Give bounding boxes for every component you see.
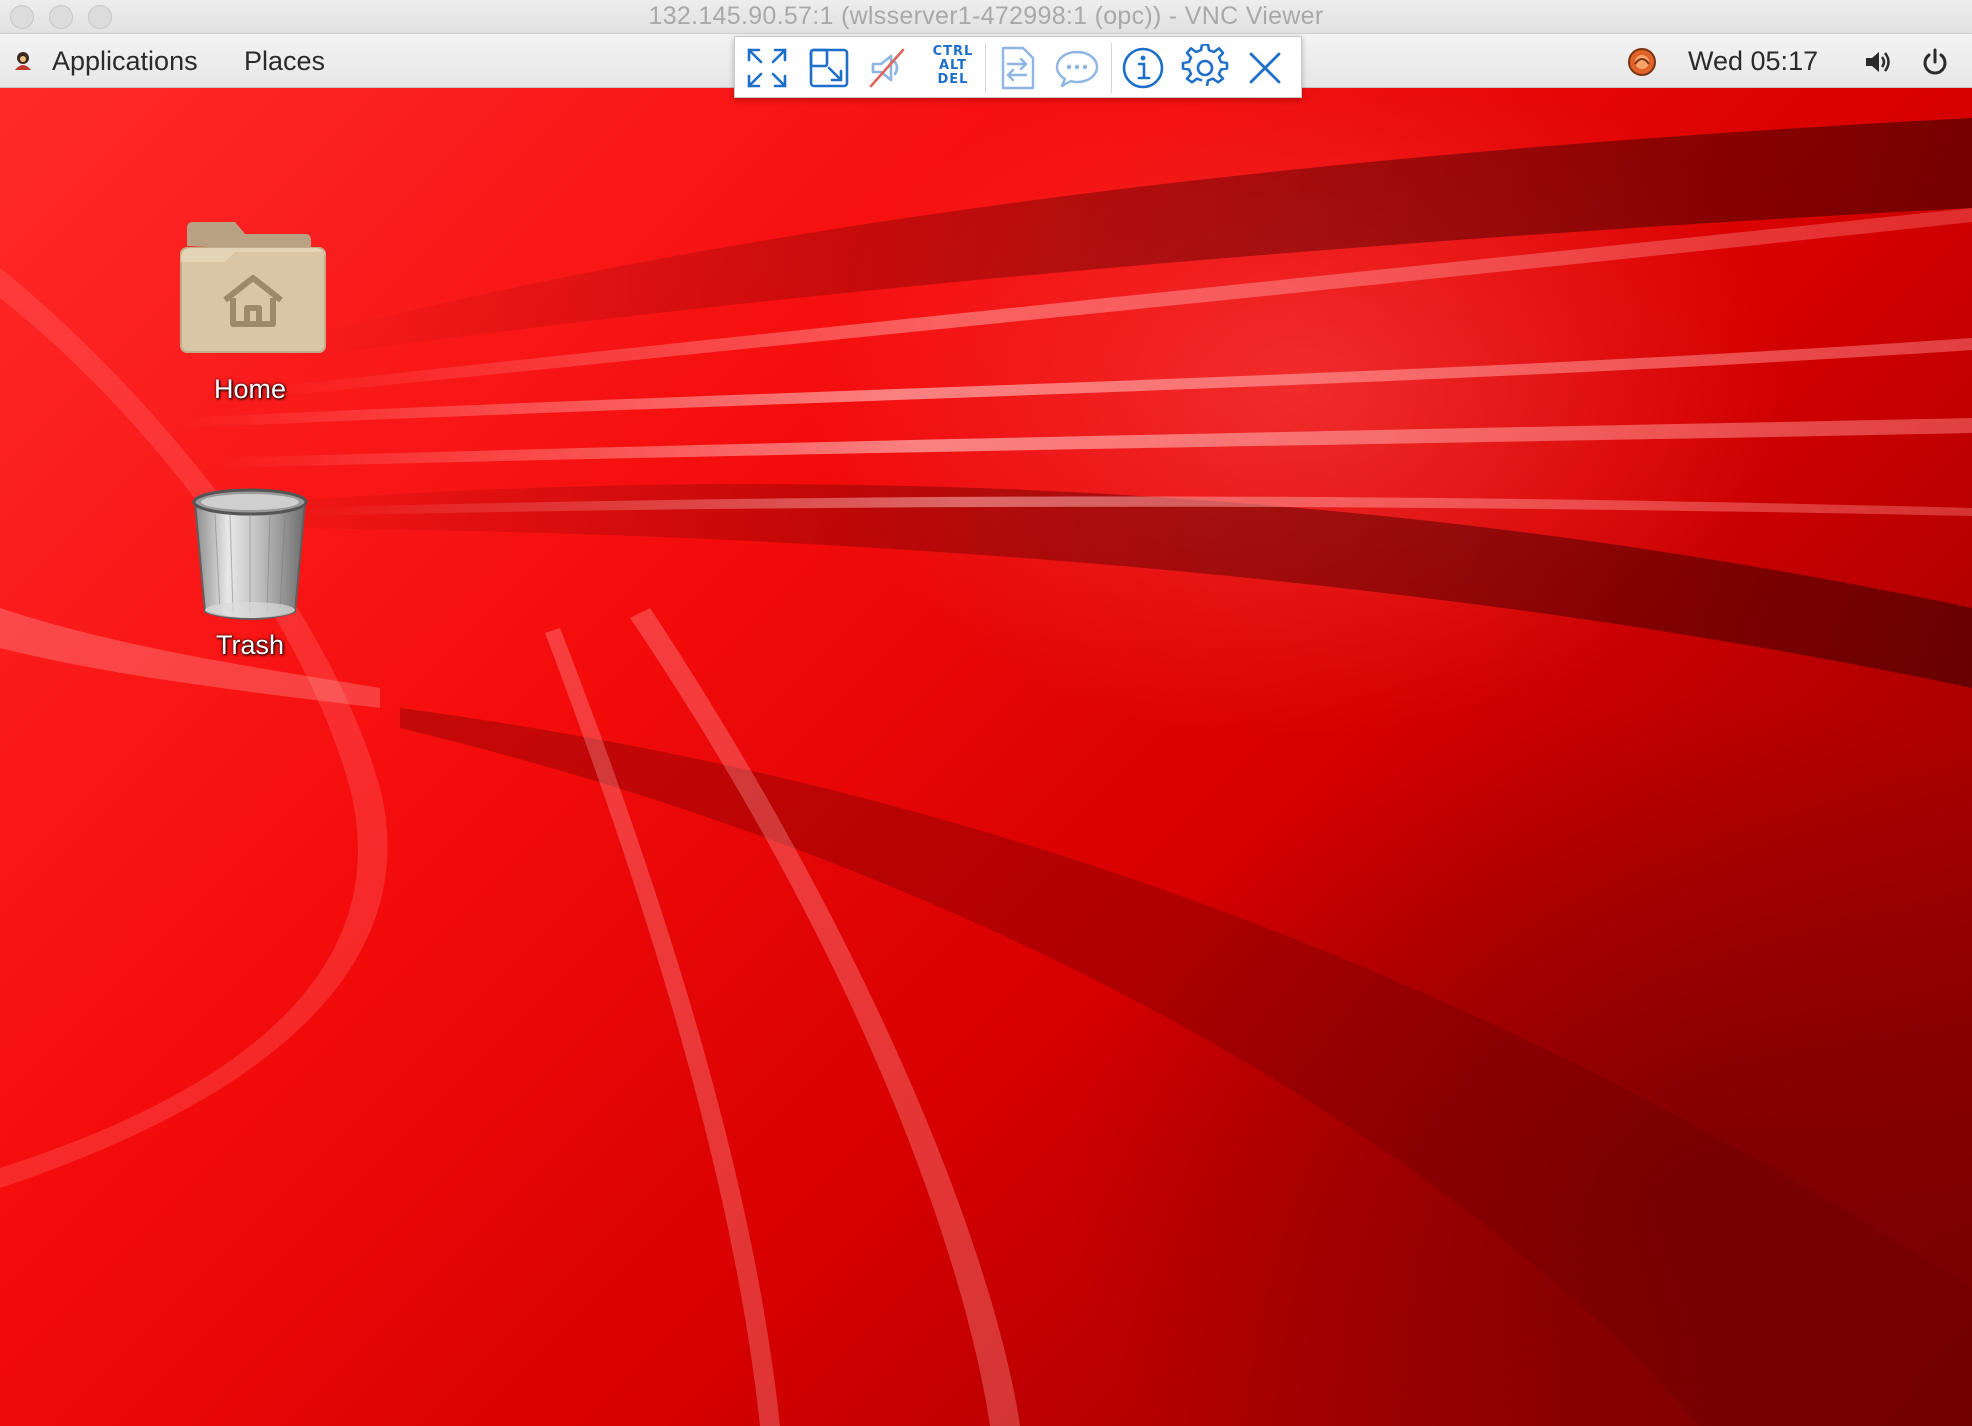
toolbar-separator (985, 43, 986, 93)
chat-icon[interactable] (1053, 44, 1101, 92)
info-icon[interactable] (1119, 44, 1167, 92)
settings-icon[interactable] (1181, 44, 1229, 92)
network-status-icon[interactable] (1626, 46, 1658, 78)
desktop-icon-label: Home (213, 374, 287, 404)
cad-line: DEL (937, 72, 969, 87)
desktop-icon-home[interactable]: Home (150, 208, 350, 405)
scale-to-fit-icon[interactable] (805, 44, 853, 92)
places-menu[interactable]: Places (244, 44, 325, 78)
close-icon[interactable] (1241, 44, 1289, 92)
cad-line: ALT (938, 58, 968, 73)
clock[interactable]: Wed 05:17 (1688, 44, 1818, 78)
volume-icon[interactable] (1862, 46, 1894, 78)
window-titlebar[interactable]: 132.145.90.57:1 (wlsserver1-472998:1 (op… (0, 0, 1972, 34)
remote-screen[interactable]: Home Trash Applications Places Wed 05:17… (0, 34, 1972, 1426)
window-title: 132.145.90.57:1 (wlsserver1-472998:1 (op… (648, 2, 1324, 30)
trash-icon (192, 488, 308, 620)
desktop-icon-trash[interactable]: Trash (150, 484, 350, 661)
fullscreen-icon[interactable] (743, 44, 791, 92)
file-transfer-icon[interactable] (993, 44, 1041, 92)
user-menu-icon[interactable] (12, 50, 34, 72)
vnc-toolbar: CTRL ALT DEL (734, 36, 1302, 98)
applications-menu[interactable]: Applications (52, 44, 198, 78)
desktop[interactable]: Home Trash (0, 88, 1972, 1426)
power-icon[interactable] (1919, 46, 1951, 78)
disable-audio-icon[interactable] (865, 44, 913, 92)
home-folder-icon (180, 222, 326, 353)
ctrl-alt-del-icon[interactable]: CTRL ALT DEL (928, 45, 978, 87)
cad-line: CTRL (932, 44, 974, 59)
toolbar-separator (1111, 43, 1112, 93)
desktop-icon-label: Trash (215, 630, 284, 660)
